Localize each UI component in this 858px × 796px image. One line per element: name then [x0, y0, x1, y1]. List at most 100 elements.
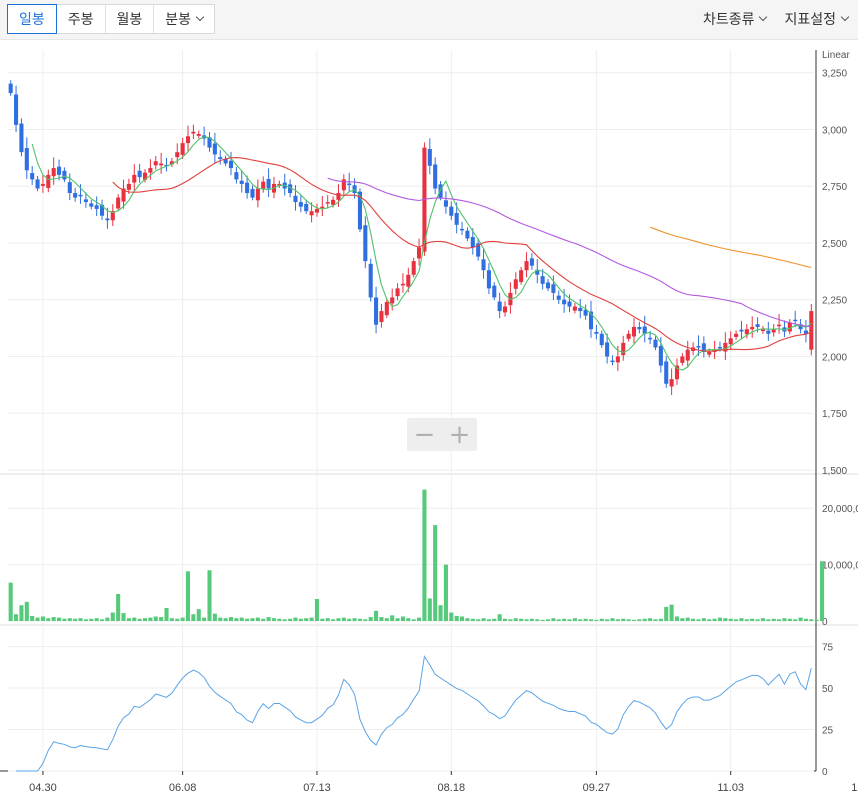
candle-body	[777, 324, 782, 327]
candle-body	[191, 131, 196, 134]
candle-body	[347, 183, 352, 185]
candle-body	[755, 324, 760, 327]
volume-bar	[73, 618, 78, 621]
candles	[8, 80, 814, 395]
volume-bar	[196, 609, 201, 621]
tab-minute[interactable]: 분봉	[154, 5, 214, 33]
volume-bar	[621, 618, 626, 621]
volume-bar	[94, 618, 99, 621]
candle-body	[266, 178, 271, 189]
volume-bar	[680, 618, 685, 621]
candle-body	[19, 123, 24, 153]
zoom-in-button[interactable]: +	[442, 418, 477, 451]
price-tick-label: 2,500	[822, 239, 847, 250]
volume-bar	[782, 618, 787, 621]
x-tick-label: 08.18	[438, 782, 466, 794]
candle-body	[132, 174, 137, 183]
volume-bar	[298, 618, 303, 621]
volume-bar	[701, 618, 706, 621]
volume-bar	[556, 619, 561, 621]
volume-bar	[164, 608, 169, 621]
volume-bar	[159, 617, 164, 621]
volume-bar	[658, 618, 663, 621]
volume-bar	[707, 619, 712, 621]
candle-body	[73, 193, 78, 198]
volume-bar	[347, 618, 352, 621]
volume-bar	[524, 619, 529, 621]
candle-body	[443, 200, 448, 207]
candle-body	[594, 331, 599, 334]
volume-bar	[99, 619, 105, 621]
candle-body	[239, 180, 244, 184]
candle-body	[728, 338, 733, 345]
candle-body	[664, 361, 669, 384]
candle-body	[368, 263, 373, 298]
chart-type-menu[interactable]: 차트종류	[691, 4, 773, 34]
volume-bar	[739, 618, 744, 621]
volume-bar	[185, 571, 191, 621]
candle-body	[46, 174, 51, 189]
candle-body	[658, 346, 663, 366]
tab-daily[interactable]: 일봉	[7, 4, 57, 34]
candle-body	[331, 199, 336, 205]
candle-body	[304, 203, 309, 212]
volume-bar	[545, 619, 551, 621]
candle-body	[245, 182, 250, 194]
volume-bar	[132, 617, 137, 621]
rsi-tick-label: 0	[822, 767, 828, 778]
volume-tick-label: 20,000,0	[822, 504, 858, 515]
candle-body	[67, 182, 72, 194]
tab-weekly[interactable]: 주봉	[57, 5, 106, 33]
volume-bar	[766, 619, 771, 621]
indicator-settings-menu[interactable]: 지표설정	[772, 4, 854, 34]
volume-bar	[379, 617, 384, 621]
volume-bar	[255, 617, 260, 621]
candle-body	[228, 160, 234, 169]
candle-body	[94, 205, 99, 209]
candle-body	[411, 261, 416, 275]
candle-body	[78, 194, 83, 197]
volume-bar	[293, 617, 298, 621]
volume-bar	[218, 617, 223, 621]
candle-body	[809, 311, 814, 350]
volume-bar	[169, 618, 174, 621]
candle-body	[309, 211, 314, 216]
volume-bar	[648, 618, 653, 621]
chevron-down-icon	[195, 12, 205, 22]
volume-bar	[400, 616, 405, 621]
volume-bar	[460, 616, 465, 621]
volume-bar	[583, 618, 588, 621]
volume-bar	[449, 612, 454, 621]
candle-body	[30, 173, 35, 180]
volume-bar	[588, 619, 594, 621]
volume-bar	[277, 618, 282, 621]
volume-bar	[691, 618, 696, 621]
price-tick-label: 2,250	[822, 296, 847, 307]
chart-type-menu-label: 차트종류	[702, 11, 755, 27]
volume-bar	[35, 617, 40, 621]
candle-body	[116, 197, 121, 209]
candle-body	[744, 329, 749, 335]
volume-bar	[223, 618, 228, 621]
x-tick-label: 06.08	[169, 782, 197, 794]
tab-monthly[interactable]: 월봉	[106, 5, 155, 33]
rsi-tick-label: 25	[822, 726, 834, 737]
volume-bar	[245, 618, 250, 621]
candle-body	[390, 297, 395, 304]
volume-bar	[207, 570, 212, 621]
volume-bar	[180, 617, 185, 621]
candle-body	[180, 143, 185, 155]
volume-bar	[535, 619, 540, 621]
volume-bar	[261, 618, 266, 621]
volume-bar	[148, 617, 153, 621]
volume-bar	[610, 618, 615, 621]
price-tick-label: 1,750	[822, 409, 847, 420]
volume-bar	[78, 618, 83, 621]
candle-body	[379, 311, 384, 322]
candle-body	[234, 172, 239, 180]
volume-bar	[669, 604, 674, 621]
volume-bar	[250, 618, 255, 621]
x-tick-label: 09.27	[583, 782, 611, 794]
zoom-out-button[interactable]: −	[407, 418, 442, 451]
volume-bar	[594, 619, 599, 621]
